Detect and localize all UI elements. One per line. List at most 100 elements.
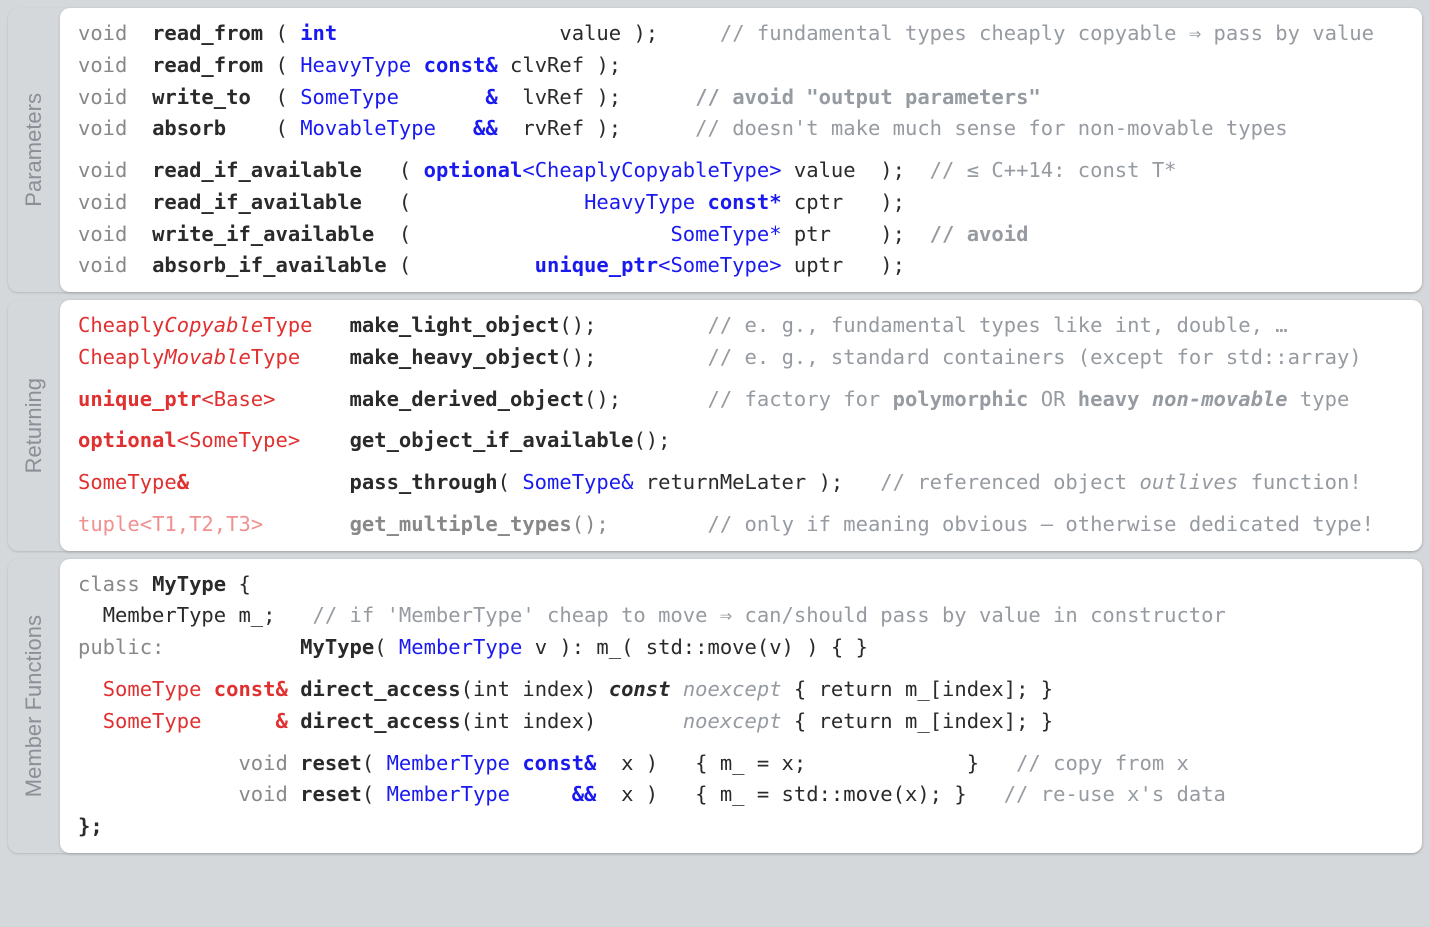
ret: tuple [78,512,140,536]
kw-void: void [78,21,127,45]
type: MovableType [300,116,436,140]
arg: value [559,21,621,45]
fn-name: read_from [152,53,263,77]
cm-b1: polymorphic [893,387,1029,411]
type: MemberType [387,782,510,806]
paren: ( [399,158,411,182]
brace: } [967,751,979,775]
inner: SomeType [189,428,288,452]
ret-em: Movable [164,345,250,369]
cm-b2: heavy [1078,387,1152,411]
comment: // e. g., standard containers (except fo… [708,345,1362,369]
label-text: Returning [21,378,47,473]
ret-pre: Cheaply [78,313,164,337]
end: ); [596,53,621,77]
fn-name: write_to [152,85,251,109]
arg: x [621,782,633,806]
ctor: MyType [300,635,374,659]
open: ( [362,751,374,775]
fn-name: make_derived_object [350,387,585,411]
kw-void: void [78,53,127,77]
fn-name: reset [300,751,362,775]
arg: v [535,635,547,659]
lt: < [177,428,189,452]
paren: ( [276,53,288,77]
cm-i: outlives [1139,470,1238,494]
end: ); [596,116,621,140]
paren: ( [276,21,288,45]
lt: < [522,158,534,182]
init: : m_( std::move(v) ) { } [572,635,868,659]
gt: > [769,158,781,182]
end: ); [633,21,658,45]
end: ); [596,85,621,109]
comment: // fundamental types cheaply copyable ⇒ … [720,21,1374,45]
type1: optional [424,158,523,182]
fn-name: pass_through [350,470,498,494]
comment: // ≤ C++14: const T* [930,158,1177,182]
fn-name: read_if_available [152,190,362,214]
gt: > [288,428,300,452]
type2: SomeType [670,253,769,277]
type: int [300,21,337,45]
ret: unique_ptr [78,387,201,411]
end: ); [880,253,905,277]
fn-name: read_if_available [152,158,362,182]
body: { return m_[index]; } [794,677,1053,701]
section-body-parameters: void read_from ( int value ); // fundame… [60,8,1422,292]
ret: optional [78,428,177,452]
lt: < [140,512,152,536]
amp: & [177,470,189,494]
gt: > [263,387,275,411]
kw-void: void [78,253,127,277]
section-label-returning: Returning [8,300,60,551]
ret-pre: Cheaply [78,345,164,369]
brace: { [238,572,250,596]
fn-name: read_from [152,21,263,45]
section-parameters: Parameters void read_from ( int value );… [8,8,1422,292]
inner: T1,T2,T3 [152,512,251,536]
label-text: Member Functions [21,615,47,797]
comment: // avoid "output parameters" [695,85,1041,109]
mod: const& [424,53,498,77]
fn-name: absorb_if_available [152,253,387,277]
close: ); [819,470,844,494]
fn-name: write_if_available [152,222,374,246]
type: HeavyType [300,53,411,77]
section-label-parameters: Parameters [8,8,60,292]
cm-pre: // referenced object [880,470,1139,494]
indent [78,603,103,627]
fn-name: make_light_object [350,313,560,337]
gt: > [769,253,781,277]
comment: // avoid [930,222,1029,246]
type: SomeType& [522,470,633,494]
ret: SomeType [103,709,202,733]
fn-name: direct_access [300,709,460,733]
type: MemberType [387,751,510,775]
arg: lvRef [522,85,584,109]
arg: ptr [794,222,831,246]
paren: (); [559,345,596,369]
close: ) [646,751,658,775]
fn-name: get_multiple_types [350,512,572,536]
comment: // re-use x's data [1004,782,1226,806]
lt: < [201,387,213,411]
mod: && [473,116,498,140]
kw-class: class [78,572,140,596]
cv: const [609,677,671,701]
ret-em: Copyable [164,313,263,337]
body: { m_ = std::move(x); } [695,782,967,806]
arg: m_; [238,603,275,627]
section-label-member: Member Functions [8,559,60,853]
paren: ( [399,253,411,277]
kw-void: void [78,116,127,140]
mod: & [485,85,497,109]
mod: && [572,782,597,806]
ret-post: Type [251,345,300,369]
section-body-member: class MyType { MemberType m_; // if 'Mem… [60,559,1422,853]
arg: x [621,751,633,775]
sig: (int index) [461,677,597,701]
end: ); [880,158,905,182]
arg: cptr [794,190,843,214]
arg: rvRef [522,116,584,140]
